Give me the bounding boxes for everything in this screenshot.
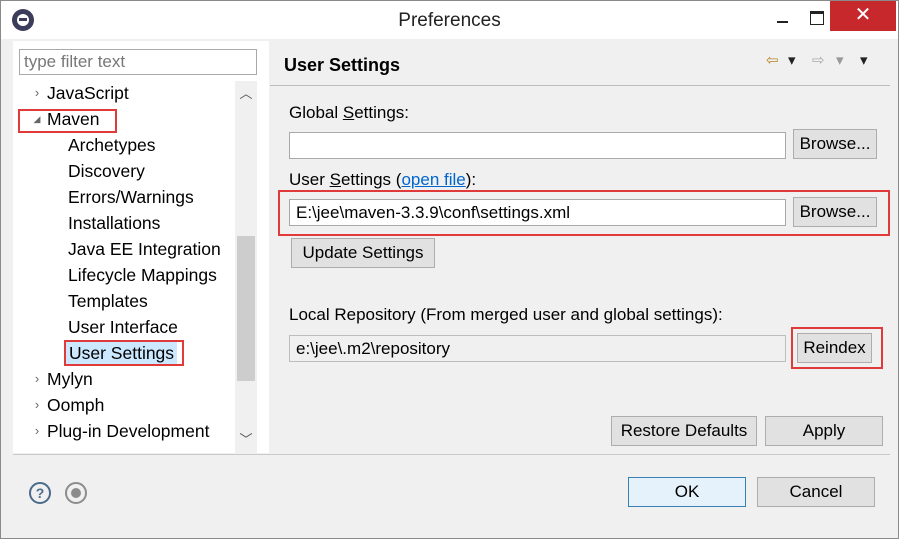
forward-arrow-icon[interactable]: ⇨ [812,51,825,69]
expand-arrow-icon[interactable]: › [31,419,43,443]
tree-item-java-ee-integration[interactable]: Java EE Integration [68,237,221,261]
view-menu-icon[interactable]: ▾ [860,51,868,69]
global-settings-label: Global Settings: [289,103,410,122]
tree-scrollbar[interactable]: ︿ ﹀ [235,81,257,453]
tree-item-oomph[interactable]: › Oomph [35,393,105,417]
annotation-box-user-settings-path [278,190,890,236]
user-settings-page: Global Settings: Browse... User Settings… [271,87,890,453]
apply-button[interactable]: Apply [765,416,883,446]
tree-item-errors-warnings[interactable]: Errors/Warnings [68,185,194,209]
title-bar: Preferences ✕ [1,1,898,39]
window-title: Preferences [398,10,501,31]
tree-item-archetypes[interactable]: Archetypes [68,133,156,157]
back-arrow-icon[interactable]: ⇦ [766,51,779,69]
restore-defaults-button[interactable]: Restore Defaults [611,416,757,446]
close-button[interactable]: ✕ [830,1,896,31]
update-settings-button[interactable]: Update Settings [291,238,435,268]
filter-input[interactable] [19,49,257,75]
preference-tree-panel: › JavaScript ◢ Maven Archetypes Discover… [13,41,269,453]
preferences-window: Preferences ✕ › JavaScript ◢ Maven Arche… [0,0,899,539]
annotation-box-reindex [791,327,883,369]
ok-button[interactable]: OK [628,477,746,507]
tree-item-installations[interactable]: Installations [68,211,160,235]
tree-item-lifecycle-mappings[interactable]: Lifecycle Mappings [68,263,217,287]
tree-item-label: Oomph [47,395,105,415]
global-settings-input[interactable] [289,132,786,159]
help-icon[interactable]: ? [29,482,51,504]
local-repository-label: Local Repository (From merged user and g… [289,305,723,324]
header-divider [270,85,890,86]
open-file-link[interactable]: open file [401,170,465,189]
tree-item-user-interface[interactable]: User Interface [68,315,178,339]
record-icon[interactable] [65,482,87,504]
back-menu-chevron-icon[interactable]: ▾ [788,51,796,69]
footer-divider [13,454,890,455]
tree-item-label: Plug-in Development [47,421,210,441]
local-repository-field: e:\jee\.m2\repository [289,335,786,362]
scroll-up-icon[interactable]: ︿ [235,84,257,104]
global-browse-button[interactable]: Browse... [793,129,877,159]
forward-menu-chevron-icon[interactable]: ▾ [836,51,844,69]
cancel-button[interactable]: Cancel [757,477,875,507]
annotation-box-user-settings [64,340,184,366]
scroll-thumb[interactable] [237,236,255,381]
tree-item-javascript[interactable]: › JavaScript [35,81,129,105]
minimize-button[interactable] [765,1,799,31]
expand-arrow-icon[interactable]: › [31,367,43,391]
tree-item-mylyn[interactable]: › Mylyn [35,367,93,391]
preference-tree: › JavaScript ◢ Maven Archetypes Discover… [13,81,235,453]
tree-item-label: JavaScript [47,83,129,103]
user-settings-label: User Settings (open file): [289,170,477,189]
expand-arrow-icon[interactable]: › [31,393,43,417]
tree-item-templates[interactable]: Templates [68,289,148,313]
scroll-down-icon[interactable]: ﹀ [235,430,257,450]
page-title: User Settings [284,55,401,75]
tree-item-plug-in-development[interactable]: › Plug-in Development [35,419,210,443]
tree-item-discovery[interactable]: Discovery [68,159,145,183]
tree-item-label: Mylyn [47,369,93,389]
annotation-box-maven [18,109,117,133]
maximize-button[interactable] [799,1,833,31]
expand-arrow-icon[interactable]: › [31,81,43,105]
page-header: User Settings ⇦ ▾ ⇨ ▾ ▾ [270,41,890,85]
